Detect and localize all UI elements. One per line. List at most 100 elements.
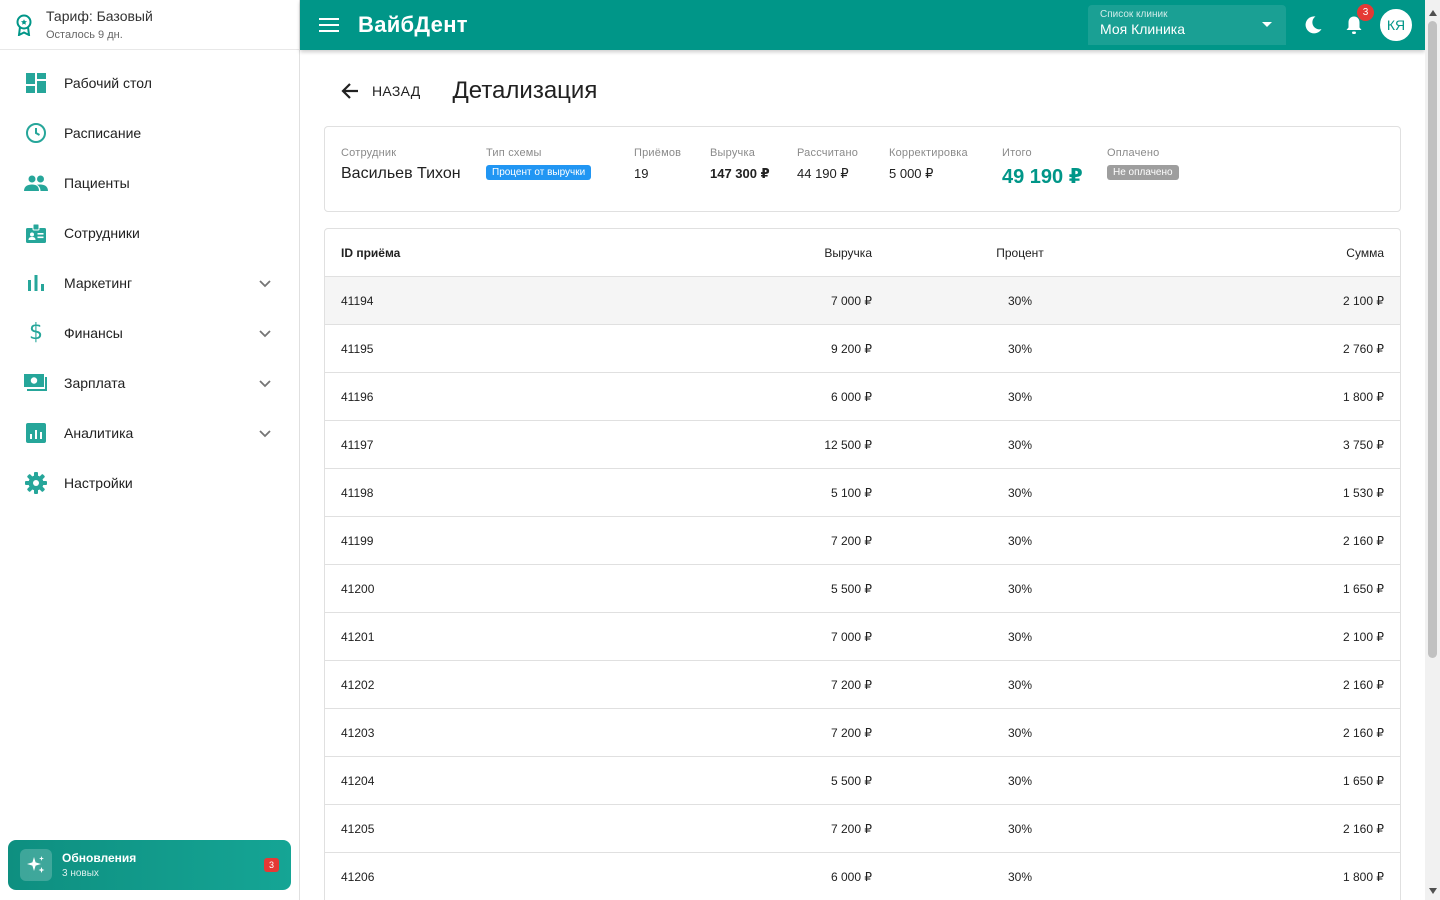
chevron-down-icon — [259, 280, 271, 288]
moon-icon[interactable] — [1301, 13, 1325, 37]
cell-sum: 2 160 ₽ — [1343, 726, 1384, 740]
dollar-icon: $ — [29, 320, 43, 345]
gear-icon — [24, 471, 48, 495]
table-row[interactable]: 41201 7 000 ₽ 30% 2 100 ₽ — [325, 613, 1400, 661]
table-row[interactable]: 41204 5 500 ₽ 30% 1 650 ₽ — [325, 757, 1400, 805]
page-scrollbar[interactable] — [1425, 0, 1440, 900]
sidebar-nav: Рабочий стол Расписание Пациенты Сотрудн… — [0, 58, 299, 508]
sidebar-item-label: Маркетинг — [64, 275, 133, 291]
scheme-label: Тип схемы — [486, 147, 542, 159]
calculated-label: Рассчитано — [797, 147, 859, 159]
sidebar-item-staff[interactable]: Сотрудники — [0, 208, 299, 258]
table-row[interactable]: 41196 6 000 ₽ 30% 1 800 ₽ — [325, 373, 1400, 421]
cell-visit-id: 41201 — [341, 630, 375, 644]
chevron-down-icon — [259, 380, 271, 388]
clinic-select-value: Моя Клиника — [1100, 21, 1185, 37]
cell-revenue: 5 100 ₽ — [831, 486, 872, 500]
cell-percent: 30% — [1007, 726, 1033, 740]
column-header-revenue[interactable]: Выручка — [824, 229, 872, 277]
column-header-sum[interactable]: Сумма — [1346, 229, 1384, 277]
column-header-percent[interactable]: Процент — [996, 229, 1044, 277]
cell-sum: 2 160 ₽ — [1343, 534, 1384, 548]
revenue-value: 147 300 ₽ — [710, 166, 770, 181]
arrow-left-icon — [341, 83, 358, 99]
updates-badge: 3 — [263, 858, 279, 872]
cell-percent: 30% — [1007, 870, 1033, 884]
app-title: ВайбДент — [358, 12, 468, 37]
dropdown-arrow-icon — [1262, 22, 1272, 27]
cell-percent: 30% — [1007, 390, 1033, 404]
visits-value: 19 — [634, 166, 649, 181]
chevron-down-icon — [259, 430, 271, 438]
paid-label: Оплачено — [1107, 147, 1160, 159]
sidebar-item-label: Финансы — [64, 325, 123, 341]
scroll-down-arrow-icon[interactable] — [1429, 888, 1437, 894]
avatar[interactable]: КЯ — [1380, 9, 1412, 41]
sidebar-item-schedule[interactable]: Расписание — [0, 108, 299, 158]
sidebar-item-salary[interactable]: Зарплата — [0, 358, 299, 408]
cell-visit-id: 41200 — [341, 582, 375, 596]
summary-paid: Оплачено Не оплачено — [1107, 147, 1179, 180]
column-header-id[interactable]: ID приёма — [341, 229, 400, 277]
badge-icon — [24, 221, 48, 245]
sidebar-item-label: Пациенты — [64, 175, 130, 191]
sidebar-item-label: Расписание — [64, 125, 142, 141]
cell-visit-id: 41197 — [341, 438, 374, 452]
table-header-row: ID приёма Выручка Процент Сумма — [325, 229, 1400, 277]
cell-sum: 2 760 ₽ — [1343, 342, 1384, 356]
app-bar: ВайбДент Список клиник Моя Клиника 3 КЯ — [300, 0, 1425, 50]
cell-revenue: 7 200 ₽ — [831, 726, 872, 740]
summary-visits: Приёмов 19 — [634, 147, 681, 181]
summary-calculated: Рассчитано 44 190 ₽ — [797, 147, 858, 182]
scroll-up-arrow-icon[interactable] — [1429, 10, 1437, 16]
cell-percent: 30% — [1007, 486, 1033, 500]
cell-visit-id: 41205 — [341, 822, 375, 836]
cell-sum: 1 530 ₽ — [1343, 486, 1384, 500]
table-row[interactable]: 41206 6 000 ₽ 30% 1 800 ₽ — [325, 853, 1400, 900]
sidebar-item-dashboard[interactable]: Рабочий стол — [0, 58, 299, 108]
cell-percent: 30% — [1007, 774, 1033, 788]
sidebar-item-settings[interactable]: Настройки — [0, 458, 299, 508]
summary-card: Сотрудник Васильев Тихон Тип схемы Проце… — [324, 126, 1401, 212]
table-row[interactable]: 41197 12 500 ₽ 30% 3 750 ₽ — [325, 421, 1400, 469]
updates-card[interactable]: Обновления 3 новых 3 — [8, 840, 291, 890]
table-row[interactable]: 41195 9 200 ₽ 30% 2 760 ₽ — [325, 325, 1400, 373]
sidebar-item-analytics[interactable]: Аналитика — [0, 408, 299, 458]
sidebar-item-patients[interactable]: Пациенты — [0, 158, 299, 208]
table-row[interactable]: 41205 7 200 ₽ 30% 2 160 ₽ — [325, 805, 1400, 853]
sidebar-item-label: Настройки — [64, 475, 133, 491]
table-row[interactable]: 41198 5 100 ₽ 30% 1 530 ₽ — [325, 469, 1400, 517]
cell-percent: 30% — [1007, 678, 1033, 692]
cell-visit-id: 41195 — [341, 342, 374, 356]
table-row[interactable]: 41199 7 200 ₽ 30% 2 160 ₽ — [325, 517, 1400, 565]
bell-icon[interactable]: 3 — [1342, 4, 1374, 37]
cell-sum: 3 750 ₽ — [1343, 438, 1384, 452]
sidebar-item-label: Рабочий стол — [64, 75, 152, 91]
table-row[interactable]: 41200 5 500 ₽ 30% 1 650 ₽ — [325, 565, 1400, 613]
scroll-thumb[interactable] — [1428, 21, 1437, 658]
cell-percent: 30% — [1007, 438, 1033, 452]
table-row[interactable]: 41203 7 200 ₽ 30% 2 160 ₽ — [325, 709, 1400, 757]
table-row[interactable]: 41194 7 000 ₽ 30% 2 100 ₽ — [325, 277, 1400, 325]
cell-sum: 2 160 ₽ — [1343, 678, 1384, 692]
clinic-select[interactable]: Список клиник Моя Клиника — [1088, 5, 1286, 45]
sidebar-item-marketing[interactable]: Маркетинг — [0, 258, 299, 308]
summary-adjustment: Корректировка 5 000 ₽ — [889, 147, 968, 182]
dashboard-icon — [24, 71, 48, 95]
table-row[interactable]: 41202 7 200 ₽ 30% 2 160 ₽ — [325, 661, 1400, 709]
back-button[interactable]: НАЗАД — [340, 81, 421, 101]
paid-status-badge: Не оплачено — [1107, 165, 1179, 180]
cell-percent: 30% — [1007, 822, 1033, 836]
cell-sum: 1 800 ₽ — [1343, 870, 1384, 884]
sidebar-item-finance[interactable]: $ Финансы — [0, 308, 299, 358]
updates-title: Обновления — [62, 851, 137, 865]
cell-revenue: 6 000 ₽ — [831, 870, 872, 884]
summary-employee: Сотрудник Васильев Тихон — [341, 147, 461, 183]
cell-revenue: 7 000 ₽ — [831, 630, 872, 644]
revenue-label: Выручка — [710, 147, 756, 159]
plan-info[interactable]: Тариф: Базовый Осталось 9 дн. — [0, 0, 299, 50]
employee-label: Сотрудник — [341, 147, 397, 159]
cell-percent: 30% — [1007, 534, 1033, 548]
sidebar-item-label: Зарплата — [64, 375, 126, 391]
menu-icon[interactable] — [318, 14, 340, 36]
